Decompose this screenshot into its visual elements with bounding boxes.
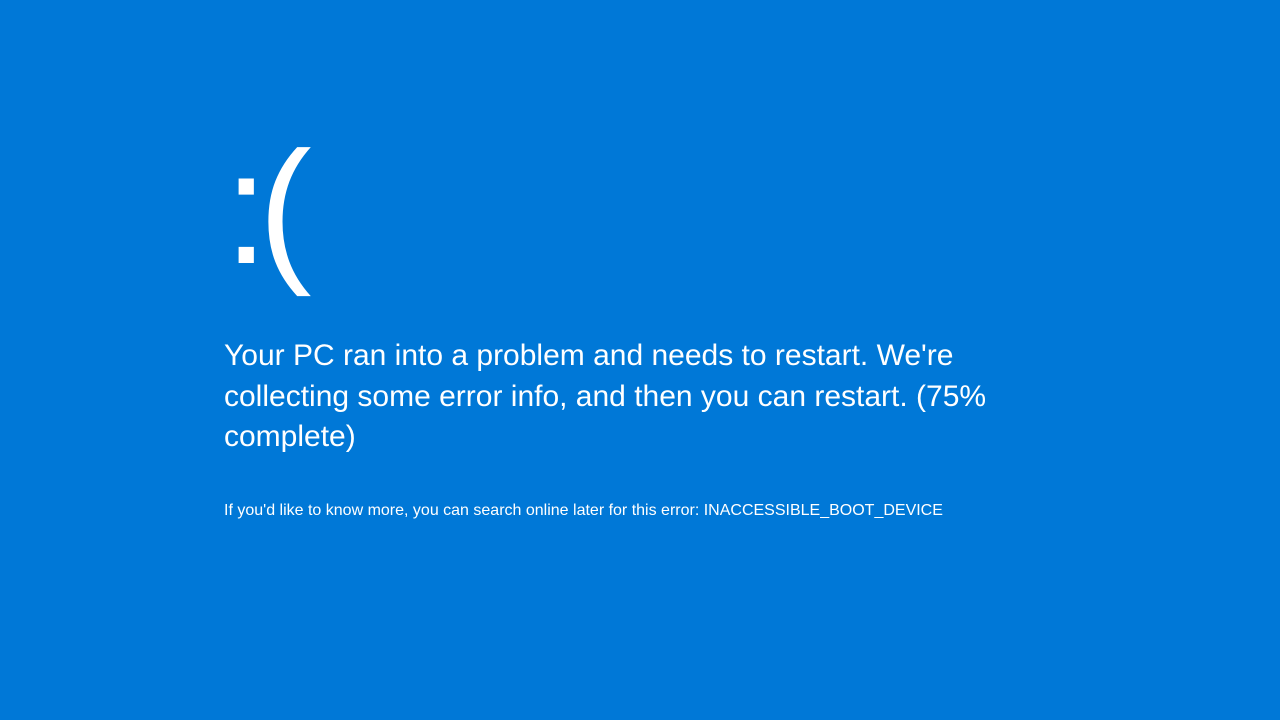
bsod-content: :( Your PC ran into a problem and needs …	[224, 128, 1064, 522]
info-prefix: If you'd like to know more, you can sear…	[224, 502, 704, 519]
sad-face-icon: :(	[224, 128, 1064, 288]
error-message: Your PC ran into a problem and needs to …	[224, 336, 1064, 458]
error-code: INACCESSIBLE_BOOT_DEVICE	[704, 502, 943, 519]
error-info: If you'd like to know more, you can sear…	[224, 500, 1064, 522]
